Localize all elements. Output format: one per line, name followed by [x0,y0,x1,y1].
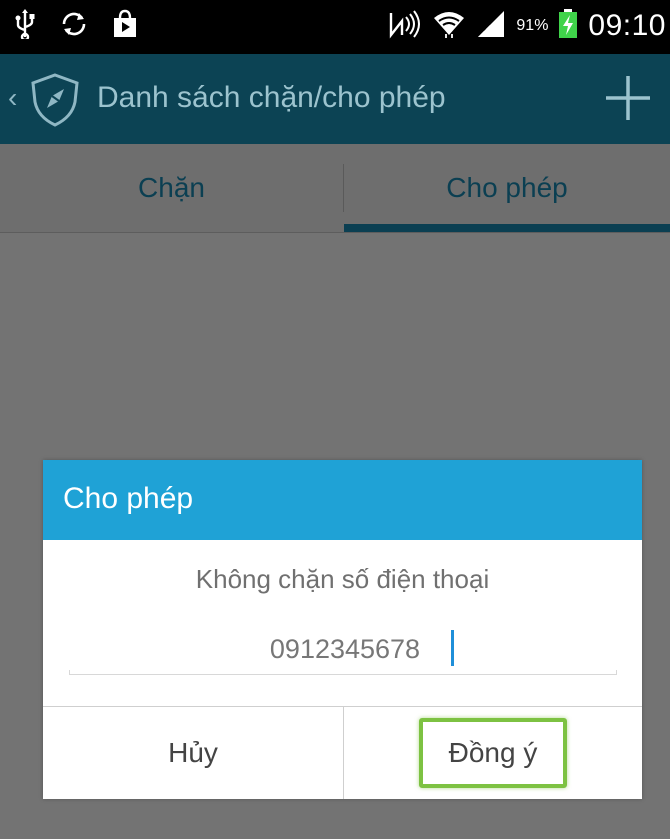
battery-percent: 91% [516,17,549,34]
add-icon[interactable] [600,70,656,126]
store-icon [112,9,138,44]
allow-dialog: Cho phép Không chặn số điện thoại Hủy Đồ… [43,460,642,799]
clock-time: 09:10 [588,9,666,42]
dialog-message: Không chặn số điện thoại [195,564,490,594]
app-bar: ‹ Danh sách chặn/cho phép [0,54,670,144]
ok-button[interactable]: Đồng ý [344,707,642,799]
back-chevron-icon[interactable]: ‹ [8,82,17,114]
phone-number-input[interactable] [69,626,621,672]
battery-charging-icon [558,8,578,44]
usb-icon [14,8,36,44]
status-bar-right: 91% 09:10 [388,6,666,46]
input-underline [69,674,617,675]
cancel-button[interactable]: Hủy [43,707,343,799]
phone-field-wrapper [69,626,621,682]
tab-block[interactable]: Chặn [0,144,343,232]
input-underline-edge [69,670,70,675]
input-underline-edge [616,670,617,675]
status-bar: 91% 09:10 [0,0,670,54]
tab-selected-indicator [344,224,670,232]
dialog-title: Cho phép [63,482,194,515]
app-title: Danh sách chặn/cho phép [97,81,446,114]
dialog-header: Cho phép [43,460,642,540]
wifi-icon [432,9,466,44]
text-caret [451,630,454,666]
sync-icon [58,9,90,44]
tab-bar: Chặn Cho phép [0,144,670,233]
shield-logo-icon[interactable] [26,72,84,133]
signal-icon [476,9,506,44]
tab-allow[interactable]: Cho phép [344,144,670,232]
nfc-icon [388,9,422,44]
status-bar-left [14,6,138,46]
